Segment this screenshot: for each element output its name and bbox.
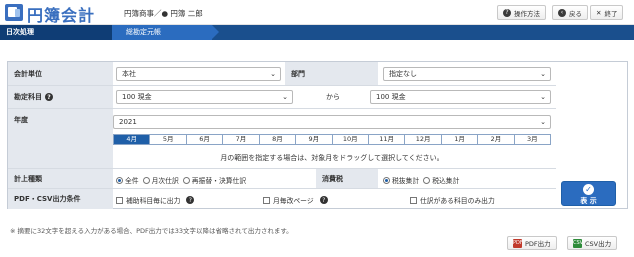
help-button-label: 操作方法 — [514, 9, 540, 18]
help-circle-icon[interactable]: ? — [45, 93, 53, 101]
month-cell[interactable]: 10月 — [332, 135, 369, 144]
tax-inclusive-radio[interactable]: 税込集計 — [423, 175, 459, 185]
account-from-select[interactable]: 100 現金 ⌄ — [116, 90, 293, 104]
month-cell[interactable]: 4月 — [114, 135, 151, 144]
help-circle-icon[interactable]: ? — [319, 196, 328, 204]
month-cell[interactable]: 5月 — [150, 135, 187, 144]
unit-select[interactable]: 本社 ⌄ — [116, 67, 281, 81]
pdf-file-icon: PDF — [513, 238, 523, 248]
post-type-all-radio[interactable]: 全件 — [116, 175, 139, 185]
output-options-label: PDF・CSV出力条件 — [8, 189, 113, 209]
row-post-tax: 計上種類 全件 月次仕訳 再振替・決算仕訳 消費税 税抜集計 税込集計 — [8, 169, 556, 189]
post-type-monthly-radio[interactable]: 月次仕訳 — [142, 175, 179, 185]
help-circle-icon[interactable]: ? — [186, 196, 195, 204]
month-cell[interactable]: 12月 — [405, 135, 442, 144]
sub-account-checkbox[interactable]: 補助科目毎に出力 ? — [116, 195, 195, 205]
row-unit-dept: 会計単位 本社 ⌄ 部門 指定なし ⌄ — [8, 62, 556, 86]
monthly-page-break-label: 月毎改ページ — [273, 197, 314, 205]
monthly-page-break-checkbox[interactable]: 月毎改ページ ? — [263, 195, 328, 205]
breadcrumb-page: 総勘定元帳 — [112, 25, 219, 40]
radio-icon — [423, 176, 431, 184]
csv-output-button[interactable]: CSV CSV出力 — [567, 236, 618, 250]
month-cell[interactable]: 3月 — [514, 135, 551, 144]
radio-icon — [182, 176, 190, 184]
back-button-label: 戻る — [569, 9, 582, 18]
app-title: 円簿会計 — [27, 6, 96, 25]
pdf-output-label: PDF出力 — [525, 240, 551, 248]
dept-label: 部門 — [285, 62, 378, 85]
org-user-label: 円簿商事／● 円簿 二郎 — [124, 9, 203, 18]
exit-button-label: 終了 — [604, 9, 618, 18]
tax-exclusive-radio[interactable]: 税抜集計 — [383, 175, 419, 185]
post-type-closing-radio[interactable]: 再振替・決算仕訳 — [182, 175, 247, 185]
unit-select-value: 本社 — [122, 70, 136, 78]
month-cell[interactable]: 2月 — [478, 135, 515, 144]
breadcrumb-section[interactable]: 日次処理 — [0, 25, 119, 40]
checkbox-icon — [263, 196, 270, 204]
radio-label: 全件 — [125, 177, 139, 185]
tax-radio-group: 税抜集計 税込集計 — [383, 175, 463, 185]
help-icon: ? — [503, 8, 511, 17]
account-to-select[interactable]: 100 現金 ⌄ — [370, 90, 551, 104]
radio-label: 税込集計 — [432, 177, 460, 185]
month-cell[interactable]: 8月 — [259, 135, 297, 144]
pdf-output-button[interactable]: PDF PDF出力 — [507, 236, 557, 250]
row-output-options: PDF・CSV出力条件 補助科目毎に出力 ? 月毎改ページ ? 仕訳がある科目の… — [8, 189, 556, 209]
exit-button[interactable]: ✕ 終了 — [590, 5, 624, 20]
app-logo-icon — [5, 4, 23, 21]
sub-account-checkbox-label: 補助科目毎に出力 — [126, 197, 181, 205]
radio-label: 再振替・決算仕訳 — [191, 177, 247, 185]
year-label: 年度 — [8, 109, 113, 168]
account-from-value: 100 現金 — [122, 93, 152, 101]
radio-icon — [142, 176, 150, 184]
only-posted-accounts-checkbox[interactable]: 仕訳がある科目のみ出力 — [410, 195, 495, 205]
radio-label: 税抜集計 — [392, 177, 420, 185]
breadcrumb: 日次処理 総勘定元帳 — [0, 25, 634, 40]
only-posted-accounts-label: 仕訳がある科目のみ出力 — [420, 197, 495, 205]
month-cell[interactable]: 6月 — [186, 135, 224, 144]
app-header: 円簿会計 円簿商事／● 円簿 二郎 ? 操作方法 ‹ 戻る ✕ 終了 — [0, 0, 634, 25]
unit-label: 会計単位 — [8, 62, 113, 85]
dept-select-value: 指定なし — [389, 70, 417, 78]
show-button-label: 表 示 — [580, 197, 597, 205]
close-icon: ✕ — [596, 8, 602, 17]
chevron-down-icon: ⌄ — [282, 93, 288, 101]
account-label: 勘定科目 ? — [8, 86, 113, 108]
check-icon: ✓ — [583, 184, 594, 195]
month-cell[interactable]: 9月 — [296, 135, 333, 144]
chevron-down-icon: ⌄ — [270, 70, 276, 78]
checkbox-icon — [410, 196, 417, 204]
row-account: 勘定科目 ? 100 現金 ⌄ から 100 現金 ⌄ — [8, 86, 556, 109]
csv-output-label: CSV出力 — [585, 240, 612, 248]
year-select-value: 2021 — [119, 118, 137, 126]
back-button[interactable]: ‹ 戻る — [552, 5, 588, 20]
dept-select[interactable]: 指定なし ⌄ — [383, 67, 551, 81]
month-selector: 4月 5月 6月 7月 8月 9月 10月 11月 12月 1月 2月 3月 — [113, 134, 551, 145]
radio-selected-icon — [116, 176, 123, 184]
help-button[interactable]: ? 操作方法 — [497, 5, 546, 20]
account-to-value: 100 現金 — [376, 93, 406, 101]
footer-note: ※ 摘要に32文字を超える入力がある場合、PDF出力では33文字以降は省略されて… — [10, 227, 293, 235]
chevron-down-icon: ⌄ — [540, 70, 546, 78]
chevron-down-icon: ⌄ — [540, 118, 546, 126]
account-label-text: 勘定科目 — [14, 93, 42, 101]
post-type-label: 計上種類 — [8, 169, 113, 188]
from-to-label: から — [326, 93, 340, 101]
tax-label: 消費税 — [316, 169, 378, 188]
radio-label: 月次仕訳 — [151, 177, 179, 185]
month-cell[interactable]: 7月 — [223, 135, 260, 144]
back-arrow-icon: ‹ — [558, 8, 566, 17]
month-cell[interactable]: 11月 — [368, 135, 406, 144]
radio-selected-icon — [383, 176, 390, 184]
ledger-filter-form: 会計単位 本社 ⌄ 部門 指定なし ⌄ 勘定科目 ? 100 現金 ⌄ から 1… — [7, 61, 628, 209]
csv-file-icon: CSV — [573, 238, 584, 248]
chevron-down-icon: ⌄ — [540, 93, 546, 101]
show-button[interactable]: ✓ 表 示 — [561, 181, 616, 206]
month-range-hint: 月の範囲を指定する場合は、対象月をドラッグして選択してください。 — [220, 154, 444, 162]
year-select[interactable]: 2021 ⌄ — [113, 115, 551, 129]
month-cell[interactable]: 1月 — [441, 135, 479, 144]
post-type-radio-group: 全件 月次仕訳 再振替・決算仕訳 — [116, 175, 250, 185]
checkbox-icon — [116, 196, 123, 204]
